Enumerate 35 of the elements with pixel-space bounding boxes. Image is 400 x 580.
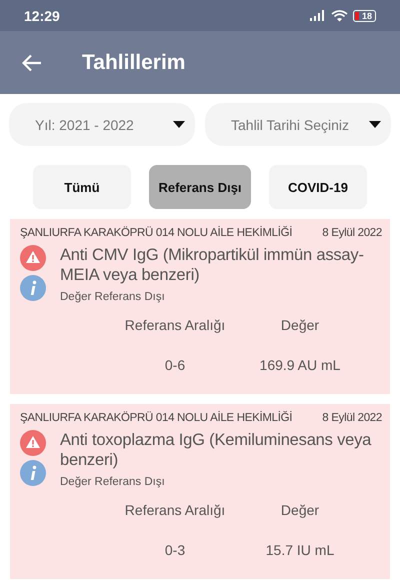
- result-date: 8 Eylül 2022: [322, 227, 382, 239]
- filter-tab[interactable]: Referans Dışı: [149, 165, 251, 209]
- reference-range: 0-6: [164, 357, 186, 373]
- screen-title: Tahlillerim: [82, 50, 186, 74]
- column-header: Referans Aralığı: [124, 317, 226, 333]
- filter-tab[interactable]: COVID-19: [269, 165, 367, 209]
- facility-name: ŞANLIURFA KARAKÖPRÜ 014 NOLU AİLE HEKİMLİĞİ: [20, 412, 292, 424]
- status-text: Değer Referans Dışı: [60, 291, 166, 303]
- result-card[interactable]: ŞANLIURFA KARAKÖPRÜ 014 NOLU AİLE HEKİMLİĞİ 8 Eylül 2022 Anti toxoplazma IgG (Kemiluminesans veya benzeri) Değer Referans Dışı Referans Aralığı Değer 0-3 15.7 IU mL: [10, 404, 390, 579]
- result-value: 15.7 IU mL: [266, 542, 334, 558]
- clock-time: 12:29: [24, 8, 60, 24]
- warning-icon: [20, 430, 46, 456]
- filter-tab[interactable]: Tümü: [33, 165, 131, 209]
- dropdown[interactable]: Tahlil Tarihi Seçiniz: [205, 103, 391, 146]
- status-text: Değer Referans Dışı: [60, 476, 166, 488]
- info-icon[interactable]: [20, 460, 46, 486]
- column-header: Değer: [280, 317, 320, 333]
- facility-name: ŞANLIURFA KARAKÖPRÜ 014 NOLU AİLE HEKİMLİĞİ: [20, 227, 292, 239]
- result-card[interactable]: ŞANLIURFA KARAKÖPRÜ 014 NOLU AİLE HEKİMLİĞİ 8 Eylül 2022 Anti CMV IgG (Mikropartikül immün assay-MEIA veya benzeri) Değer Referans Dışı Referans Aralığı Değer 0-6 169.9 AU mL: [10, 219, 390, 394]
- reference-range: 0-3: [164, 542, 186, 558]
- wifi-icon: [330, 10, 348, 22]
- dropdown[interactable]: Yıl: 2021 - 2022: [9, 103, 195, 146]
- battery-indicator: 18: [352, 10, 376, 22]
- back-arrow-icon[interactable]: [22, 54, 42, 72]
- column-header: Değer: [280, 502, 320, 518]
- warning-icon: [20, 245, 46, 271]
- result-value: 169.9 AU mL: [260, 357, 340, 373]
- caret-icon: [173, 121, 185, 128]
- signal-icon: [310, 10, 326, 21]
- column-header: Referans Aralığı: [124, 502, 226, 518]
- result-date: 8 Eylül 2022: [322, 412, 382, 424]
- test-name: Anti CMV IgG (Mikropartikül immün assay-MEIA veya benzeri): [60, 245, 365, 285]
- caret-icon: [369, 121, 381, 128]
- test-name: Anti toxoplazma IgG (Kemiluminesans veya benzeri): [60, 430, 372, 470]
- info-icon[interactable]: [20, 275, 46, 301]
